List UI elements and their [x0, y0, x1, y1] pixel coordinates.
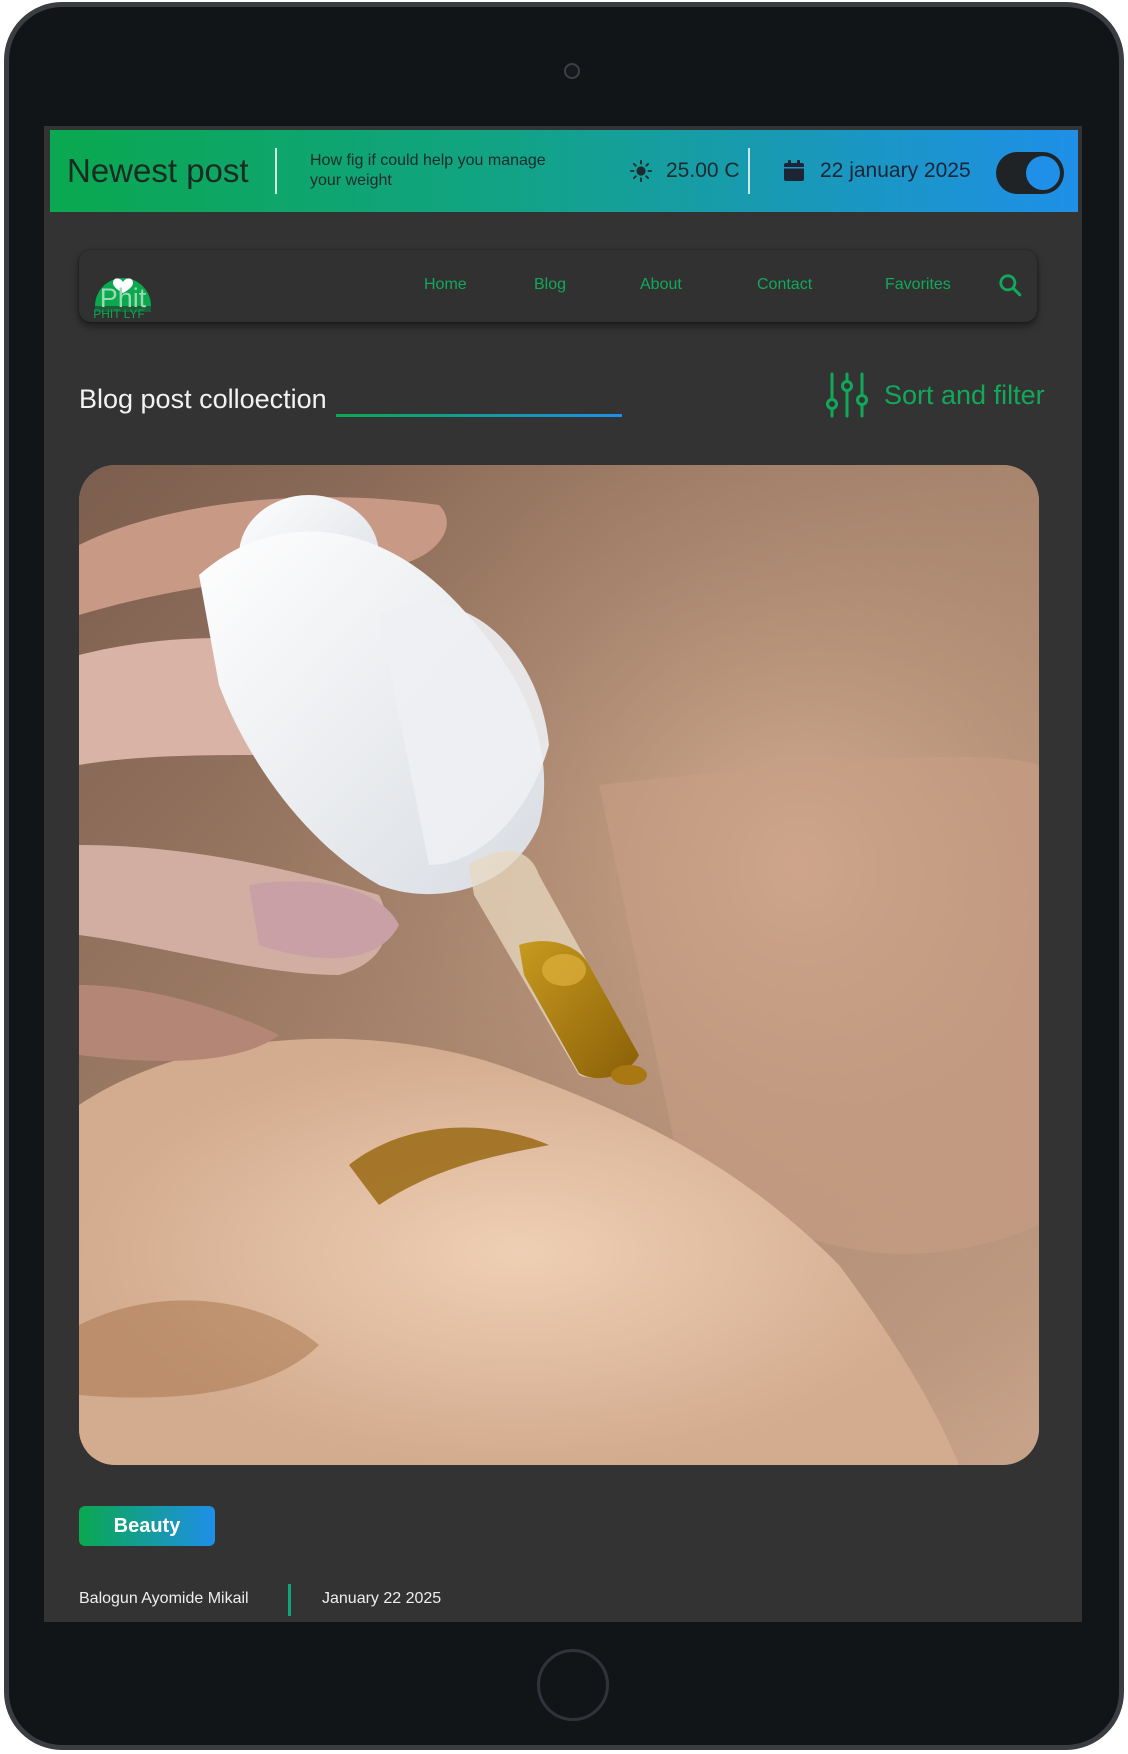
- meta-divider: [288, 1584, 291, 1616]
- calendar-icon: [784, 160, 804, 181]
- date-widget: 22 january 2025: [766, 159, 971, 183]
- nav-blog[interactable]: Blog: [534, 276, 566, 294]
- post-author: Balogun Ayomide Mikail: [79, 1590, 249, 1607]
- nav-contact[interactable]: Contact: [757, 276, 812, 294]
- banner-divider: [275, 148, 277, 194]
- camera-icon: [564, 63, 580, 79]
- screen: Newest post How fig if could help you ma…: [44, 126, 1082, 1622]
- category-tag[interactable]: Beauty: [79, 1506, 215, 1546]
- post-date: January 22 2025: [322, 1590, 442, 1607]
- sort-filter-label: Sort and filter: [884, 379, 1045, 410]
- hero-photo: [79, 465, 1039, 1465]
- nav-home[interactable]: Home: [424, 276, 467, 294]
- temperature: 25.00 C: [666, 159, 740, 182]
- phit-logo[interactable]: Phit PHIT LYF: [93, 258, 153, 320]
- post-hero-image[interactable]: [79, 465, 1039, 1465]
- weather-widget: 25.00 C: [630, 159, 748, 183]
- home-button[interactable]: [537, 1649, 609, 1721]
- sliders-icon: [826, 372, 868, 418]
- nav-favorites[interactable]: Favorites: [885, 276, 951, 294]
- navbar: Phit PHIT LYF Home Blog About Contact Fa…: [79, 250, 1037, 322]
- banner-title: Newest post: [67, 152, 249, 189]
- theme-toggle[interactable]: [996, 152, 1064, 194]
- nav-about[interactable]: About: [640, 276, 682, 294]
- sort-filter-button[interactable]: Sort and filter: [824, 372, 1045, 418]
- section-underline: [336, 414, 622, 417]
- search-icon[interactable]: [997, 272, 1023, 298]
- newest-post-banner[interactable]: Newest post How fig if could help you ma…: [50, 130, 1078, 212]
- sun-icon: [630, 160, 652, 182]
- banner-divider-2: [748, 148, 750, 194]
- toggle-knob: [1026, 156, 1060, 190]
- logo-subtext: PHIT LYF: [93, 307, 145, 320]
- current-date: 22 january 2025: [820, 159, 971, 182]
- banner-subtitle[interactable]: How fig if could help you manage your we…: [310, 151, 570, 191]
- section-title: Blog post colloection: [79, 384, 327, 414]
